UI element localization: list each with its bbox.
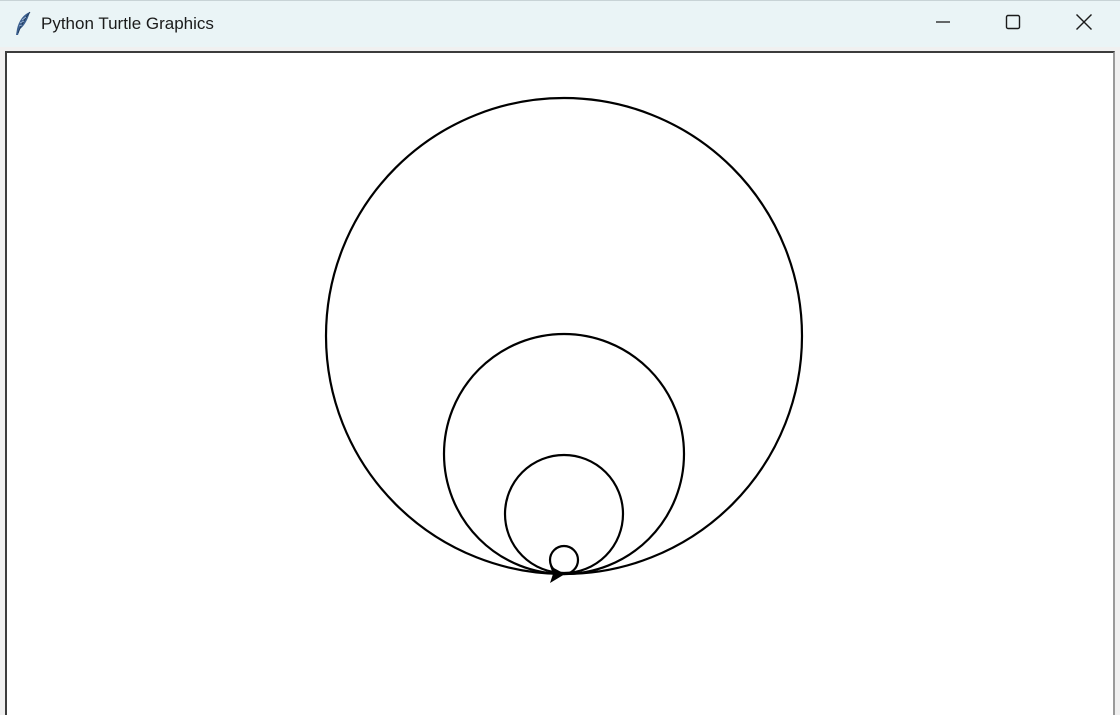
turtle-window: Python Turtle Graphics [0, 0, 1120, 715]
maximize-icon [1005, 14, 1021, 35]
title-bar[interactable]: Python Turtle Graphics [0, 0, 1120, 47]
maximize-button[interactable] [978, 1, 1048, 47]
turtle-drawing [324, 96, 804, 583]
turtle-canvas[interactable] [5, 51, 1115, 715]
feather-icon [14, 11, 32, 37]
minimize-button[interactable] [908, 1, 978, 47]
circle-large [324, 96, 804, 576]
window-title: Python Turtle Graphics [41, 14, 214, 33]
close-icon [1075, 13, 1093, 36]
close-button[interactable] [1049, 1, 1119, 47]
minimize-icon [935, 14, 951, 35]
circle-small [503, 453, 625, 575]
